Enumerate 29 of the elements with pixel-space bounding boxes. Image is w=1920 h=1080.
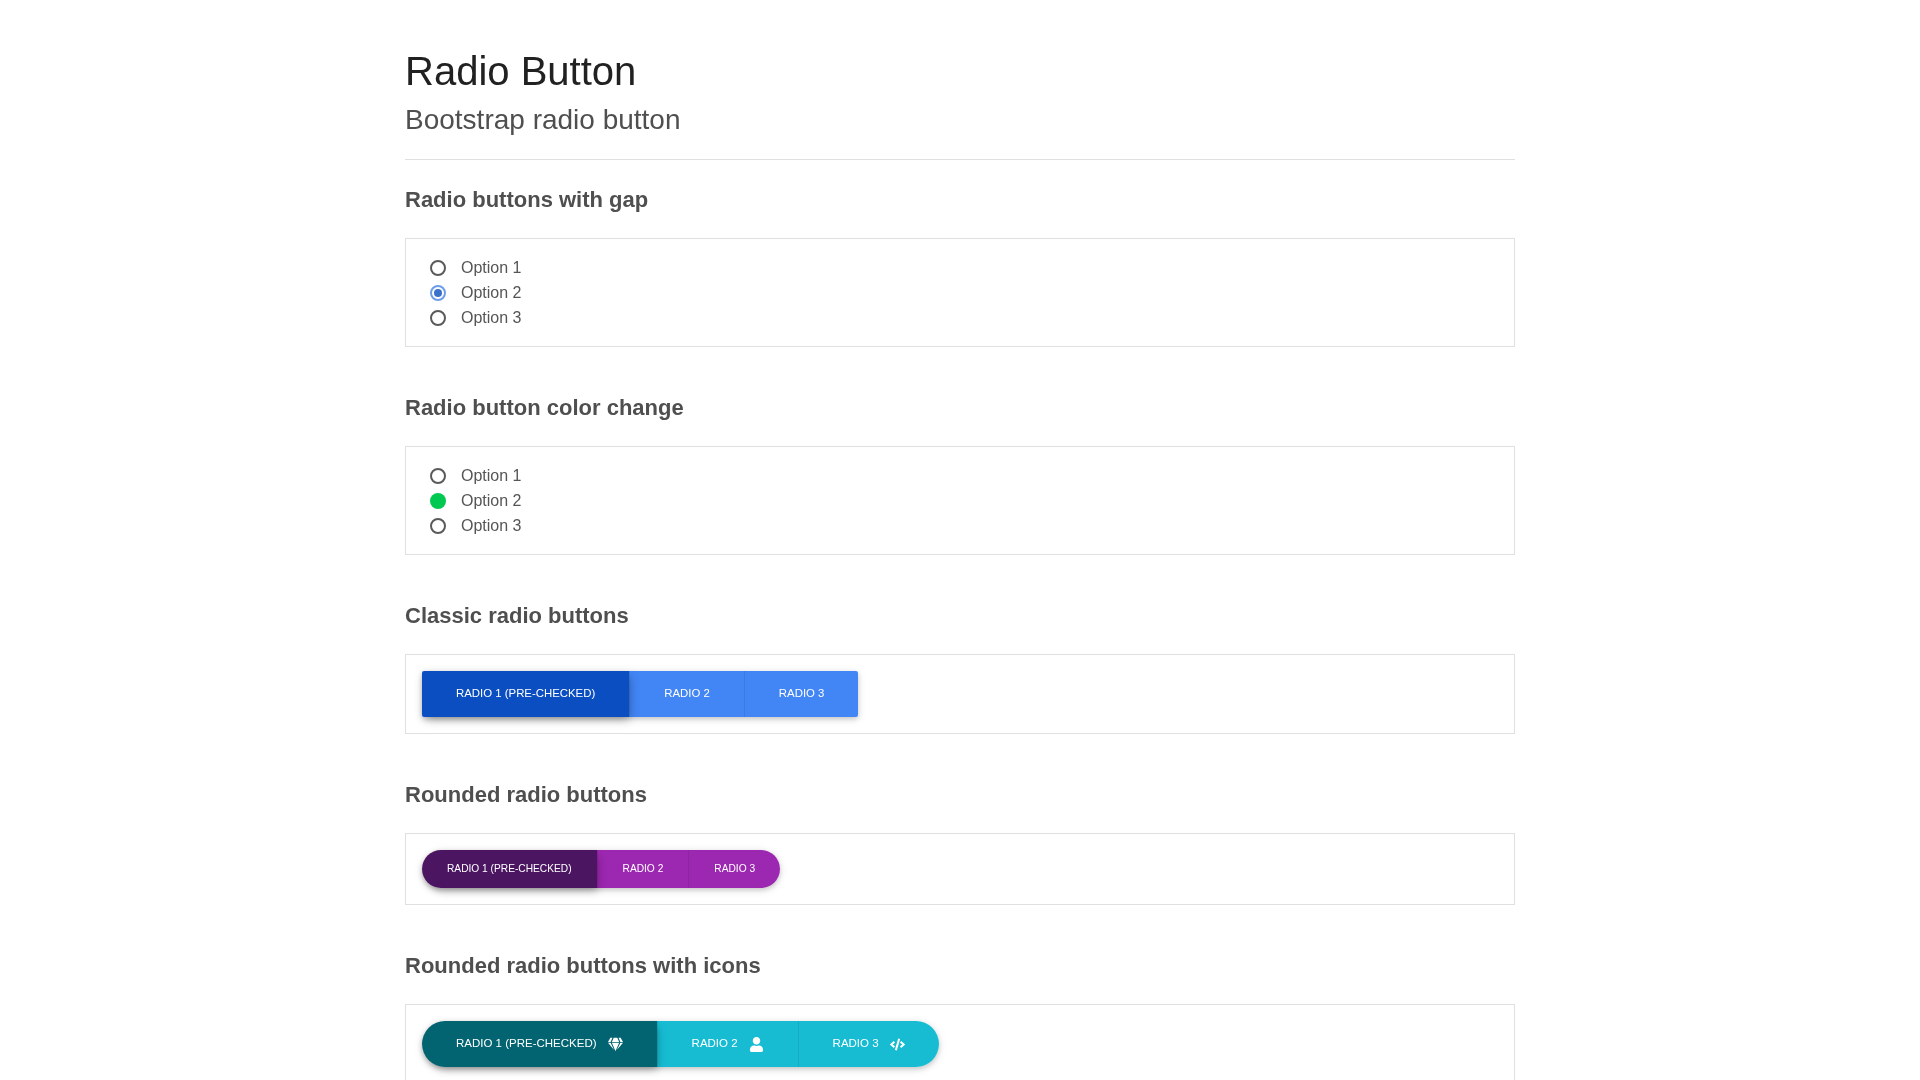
option-label[interactable]: Option 3	[461, 515, 522, 536]
code-icon	[889, 1036, 905, 1052]
radio-button[interactable]	[430, 309, 446, 326]
radio-toggle-button[interactable]: RADIO 3	[743, 671, 859, 717]
section-heading: Rounded radio buttons with icons	[405, 953, 762, 979]
user-icon	[748, 1036, 764, 1052]
radio-toggle-button[interactable]: RADIO 1 (PRE-CHECKED)	[422, 1021, 657, 1067]
section-heading: Rounded radio buttons	[405, 782, 648, 808]
radio-toggle-button[interactable]: RADIO 1 (PRE-CHECKED)	[422, 850, 597, 888]
option-label[interactable]: Option 3	[461, 307, 522, 328]
radio-toggle-button[interactable]: RADIO 3	[688, 850, 781, 888]
radio-button[interactable]	[430, 467, 446, 484]
radio-button[interactable]	[430, 284, 446, 301]
page-subtitle: Bootstrap radio button	[405, 103, 682, 137]
radio-toggle-button[interactable]: RADIO 2	[629, 671, 744, 717]
radio-toggle-button[interactable]: RADIO 2	[596, 850, 689, 888]
option-label[interactable]: Option 1	[461, 465, 522, 486]
page-title: Radio Button	[405, 48, 638, 95]
radio-button[interactable]	[430, 517, 446, 534]
option-label[interactable]: Option 2	[461, 282, 522, 303]
option-label[interactable]: Option 2	[461, 490, 522, 511]
radio-toggle-button[interactable]: RADIO 1 (PRE-CHECKED)	[422, 671, 630, 717]
option-label[interactable]: Option 1	[461, 257, 522, 278]
radio-button[interactable]	[430, 259, 446, 276]
gem-icon	[607, 1036, 623, 1052]
section-heading: Classic radio buttons	[405, 603, 630, 629]
section-heading: Radio button color change	[405, 395, 685, 421]
radio-button[interactable]	[430, 492, 446, 509]
section-heading: Radio buttons with gap	[405, 187, 650, 213]
